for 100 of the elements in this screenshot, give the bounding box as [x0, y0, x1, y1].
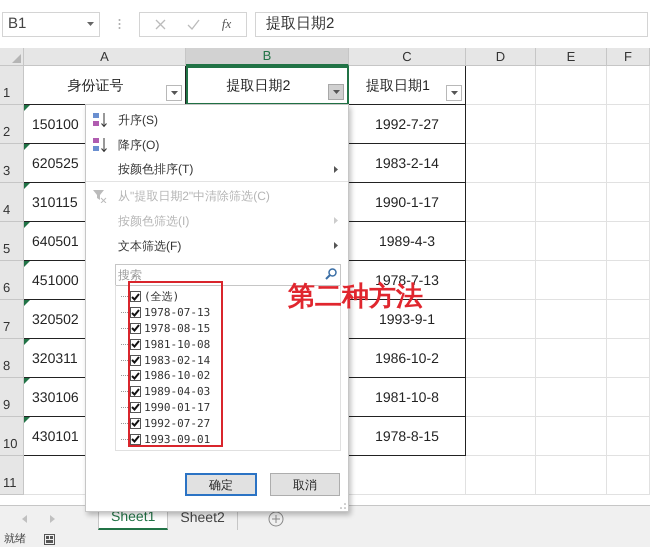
checkbox[interactable] [130, 418, 141, 429]
empty-cell [607, 378, 650, 417]
empty-cell [536, 300, 607, 339]
name-box[interactable]: B1 [2, 12, 100, 36]
row-header[interactable]: 6 [0, 261, 24, 300]
checkbox[interactable] [130, 386, 141, 398]
menu-item[interactable]: 按颜色排序(T) [86, 157, 348, 182]
checkbox[interactable] [130, 402, 141, 413]
empty-cell [536, 417, 607, 456]
empty-cell [466, 417, 536, 456]
checkbox[interactable] [130, 354, 141, 366]
cell-text: 451000 [32, 270, 79, 290]
empty-cell [607, 183, 650, 222]
row-header[interactable]: 7 [0, 300, 24, 339]
empty-cell [607, 300, 650, 339]
dropdown-icon[interactable] [87, 22, 94, 26]
column-header[interactable]: A [24, 48, 186, 66]
empty-cell [466, 456, 536, 495]
empty-cell [536, 105, 607, 144]
empty-cell [607, 105, 650, 144]
error-indicator-icon [24, 417, 30, 423]
row-header[interactable]: 2 [0, 105, 24, 144]
cell-text: 320502 [32, 310, 79, 328]
menu-item[interactable]: 降序(O) [86, 132, 348, 157]
empty-cell [466, 183, 536, 222]
empty-cell [607, 66, 650, 105]
checkbox[interactable] [130, 370, 141, 382]
empty-cell [607, 144, 650, 183]
empty-cell [466, 261, 536, 300]
column-header[interactable]: F [607, 48, 650, 66]
dropdown-arrow-icon[interactable] [332, 90, 340, 94]
option-label[interactable]: 1989-04-03 [144, 386, 210, 398]
row-header[interactable]: 11 [0, 456, 24, 495]
dropdown-arrow-icon[interactable] [170, 91, 178, 95]
row-header[interactable]: 9 [0, 378, 24, 417]
row-header[interactable]: 5 [0, 222, 24, 261]
submenu-arrow-icon [334, 217, 338, 224]
menu-item: 按颜色筛选(I) [86, 208, 348, 233]
option-label[interactable]: 1978-07-13 [144, 307, 210, 318]
error-indicator-icon [24, 144, 30, 150]
dialog-button[interactable]: 取消 [270, 473, 340, 496]
dropdown-arrow-icon[interactable] [450, 91, 458, 95]
status-text: 就绪 [4, 534, 26, 545]
cell-text: 640501 [32, 232, 79, 250]
checkbox[interactable] [130, 322, 141, 334]
filter-button[interactable] [328, 84, 344, 100]
row-header[interactable]: 1 [0, 66, 24, 105]
filter-button[interactable] [446, 85, 462, 101]
cell-text: 330106 [32, 388, 79, 406]
clear-filter-icon [93, 188, 107, 202]
menu-item[interactable]: 升序(S) [86, 107, 348, 132]
cell-text: 430101 [32, 426, 79, 446]
header-text: 身份证号 [68, 76, 124, 94]
empty-cell [466, 300, 536, 339]
error-indicator-icon [24, 300, 30, 306]
header-cell[interactable]: 提取日期1 [349, 66, 466, 105]
empty-cell [466, 222, 536, 261]
check-icon[interactable] [187, 18, 200, 30]
empty-cell [607, 417, 650, 456]
error-indicator-icon [24, 339, 30, 345]
checkbox[interactable] [130, 307, 141, 318]
submenu-arrow-icon [334, 166, 338, 172]
menu-item[interactable]: 文本筛选(F) [86, 233, 348, 258]
empty-cell [536, 66, 607, 105]
cell-text: 150100 [32, 114, 79, 134]
option-label[interactable]: 1986-10-02 [144, 370, 210, 382]
column-header[interactable]: C [349, 48, 466, 66]
empty-cell [536, 222, 607, 261]
checkbox[interactable] [130, 291, 141, 302]
row-header[interactable]: 4 [0, 183, 24, 222]
option-label[interactable]: 1992-07-27 [144, 418, 210, 429]
option-label[interactable]: 1978-08-15 [144, 322, 210, 334]
cell-text: 320311 [32, 348, 78, 368]
resize-grip-icon[interactable] [340, 503, 346, 509]
option-label[interactable]: 1990-01-17 [144, 402, 210, 413]
sort-descending-icon [93, 136, 107, 152]
filter-button[interactable] [166, 85, 182, 101]
add-sheet-icon[interactable] [268, 511, 284, 527]
empty-cell [607, 456, 650, 495]
column-header[interactable]: E [536, 48, 607, 66]
row-header[interactable]: 10 [0, 417, 24, 456]
checkbox[interactable] [130, 434, 141, 445]
formula-field[interactable]: 提取日期2 [255, 12, 648, 36]
dialog-button[interactable]: 确定 [185, 473, 257, 496]
macro-icon[interactable] [44, 534, 55, 545]
row-header[interactable]: 8 [0, 339, 24, 378]
menu-item: 从"提取日期2"中清除筛选(C) [86, 183, 348, 208]
column-header[interactable]: B [186, 48, 349, 66]
column-header[interactable]: D [466, 48, 536, 66]
option-label[interactable]: 1983-02-14 [144, 354, 210, 366]
option-label[interactable]: (全选) [144, 291, 180, 302]
sort-ascending-icon [93, 112, 107, 128]
option-label[interactable]: 1993-09-01 [144, 434, 210, 445]
checkbox[interactable] [130, 338, 141, 350]
function-button[interactable]: fx [222, 14, 232, 34]
header-text: 提取日期1 [366, 76, 430, 94]
empty-cell [607, 261, 650, 300]
grip-icon [118, 18, 121, 30]
option-label[interactable]: 1981-10-08 [144, 338, 210, 350]
row-header[interactable]: 3 [0, 144, 24, 183]
